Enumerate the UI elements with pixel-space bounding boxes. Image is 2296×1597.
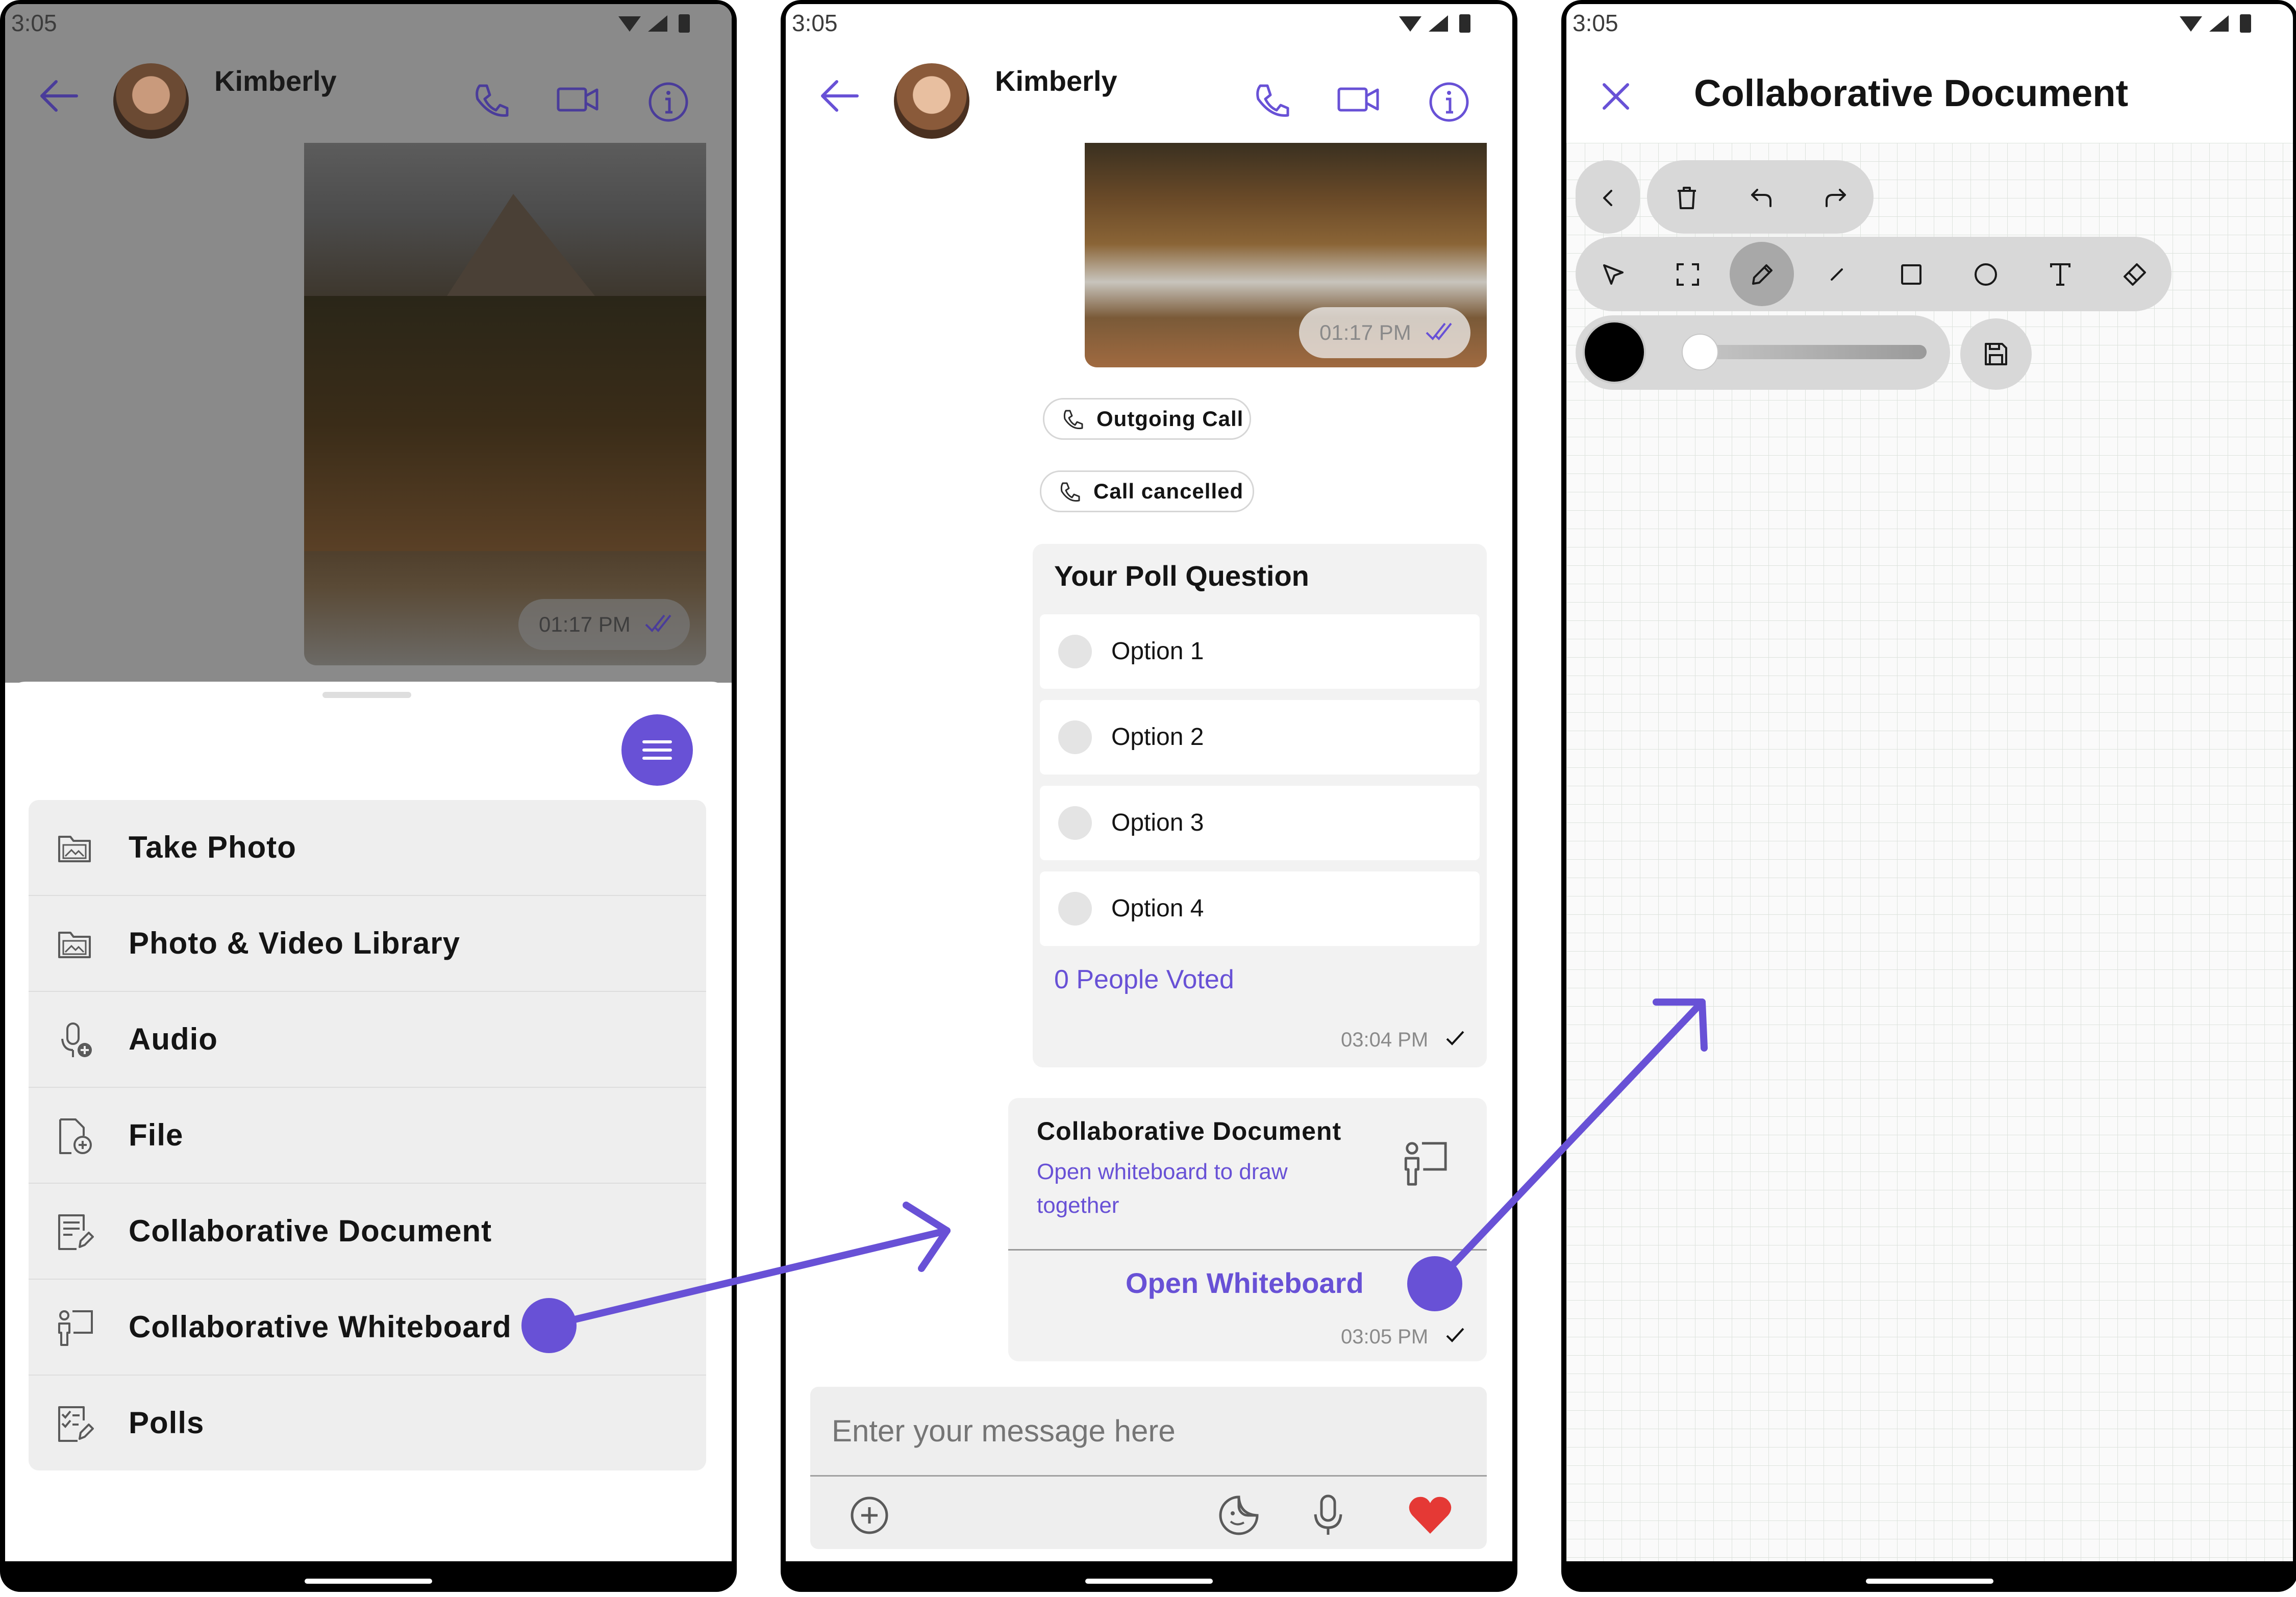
flow-arrow-1-line xyxy=(545,1227,951,1329)
flow-arrow-1-dot xyxy=(521,1298,577,1353)
flow-arrows xyxy=(521,999,1708,1353)
flow-arrow-2-dot xyxy=(1407,1256,1462,1311)
flow-arrow-2-line xyxy=(1431,999,1706,1287)
